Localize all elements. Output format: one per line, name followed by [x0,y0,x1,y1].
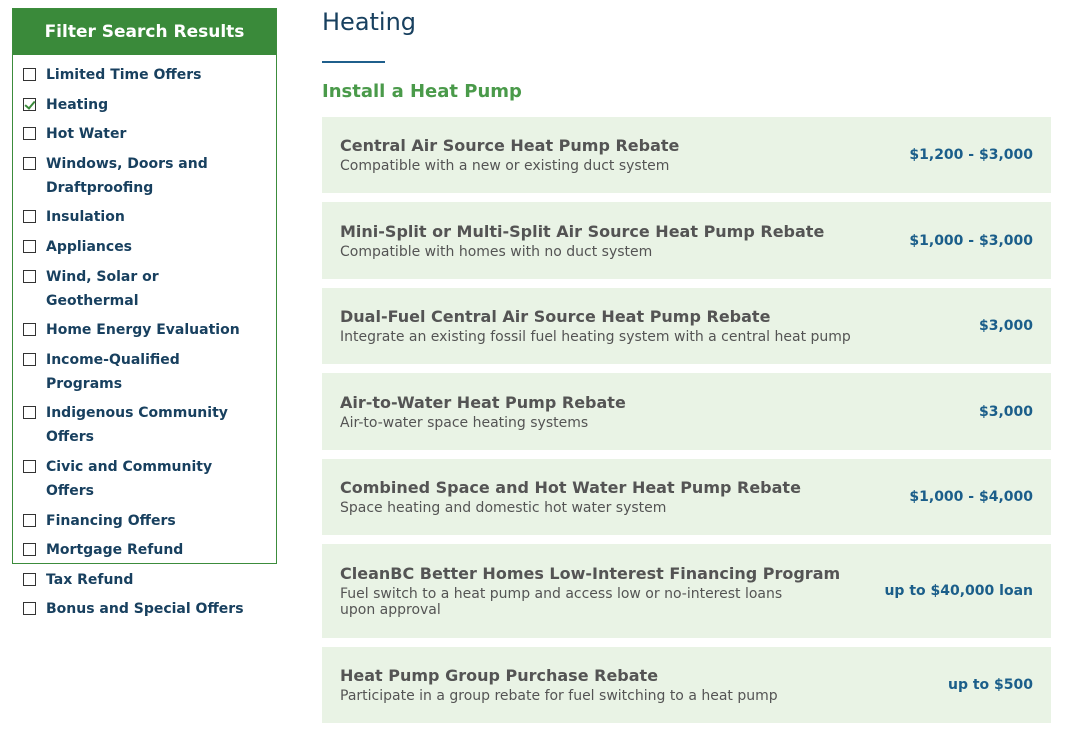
checkbox[interactable] [23,323,36,337]
page-title: Heating [322,8,417,36]
filter-option-label: Heating [46,96,109,113]
checkbox-checked[interactable] [23,97,36,111]
checkbox[interactable] [23,68,36,81]
offer-card[interactable]: Dual-Fuel Central Air Source Heat Pump R… [322,288,1051,364]
offer-list: Central Air Source Heat Pump Rebate Compa… [322,117,1051,723]
filter-option[interactable]: Insulation [23,205,276,229]
filter-option[interactable]: Indigenous Community Offers [23,401,276,449]
checkbox[interactable] [23,127,36,141]
offer-text: Combined Space and Hot Water Heat Pump R… [340,478,909,516]
offer-amount: $1,000 - $3,000 [909,232,1033,249]
filter-option-label: Indigenous Community Offers [46,405,228,446]
checkbox[interactable] [23,352,36,366]
filter-option-label: Appliances [46,238,133,255]
filter-option[interactable]: Windows, Doors and Draftproofing [23,152,276,200]
checkbox[interactable] [23,239,36,253]
offer-title: Air-to-Water Heat Pump Rebate [340,392,626,412]
filter-option[interactable]: Limited Time Offers [23,63,276,87]
offer-amount: up to $40,000 loan [884,583,1033,599]
filter-option-label: Wind, Solar or Geothermal [46,268,159,309]
offer-text: Mini-Split or Multi-Split Air Source Hea… [340,222,909,260]
checkbox[interactable] [23,459,36,473]
title-divider [322,61,385,63]
offer-card[interactable]: Air-to-Water Heat Pump Rebate Air-to-wate… [322,373,1051,450]
offer-title: Central Air Source Heat Pump Rebate [340,136,680,155]
offer-card[interactable]: Mini-Split or Multi-Split Air Source Hea… [322,202,1051,279]
offer-amount: $1,200 - $3,000 [909,147,1033,163]
filter-panel-title: Filter Search Results [13,9,276,55]
offer-amount: $3,000 [978,403,1033,420]
offer-card[interactable]: Heat Pump Group Purchase Rebate Participa… [322,647,1051,723]
offer-amount: $1,000 - $4,000 [909,489,1033,505]
filter-option-label: Insulation [46,209,125,226]
filter-option[interactable]: Heating [23,93,276,117]
filter-option-label: Income-Qualified Programs [46,351,180,392]
offer-text: Heat Pump Group Purchase Rebate Participa… [340,666,948,704]
offer-card[interactable]: Central Air Source Heat Pump Rebate Compa… [322,117,1051,193]
offer-title: CleanBC Better Homes Low-Interest Financ… [340,564,841,583]
filter-panel: Filter Search Results Limited Time Offer… [12,8,277,617]
filter-option-label: Financing Offers [46,512,176,529]
offer-title: Heat Pump Group Purchase Rebate [340,666,659,685]
filter-option[interactable]: Civic and Community Offers [23,455,276,503]
filter-option-label: Mortgage Refund [46,542,184,559]
offer-title: Combined Space and Hot Water Heat Pump R… [340,478,801,497]
offer-title: Dual-Fuel Central Air Source Heat Pump R… [340,307,771,326]
checkbox[interactable] [23,406,36,420]
offer-description: Space heating and domestic hot water sys… [340,500,667,516]
filter-option[interactable]: Financing Offers [23,509,276,533]
offer-description: Compatible with homes with no duct syste… [340,243,653,260]
filter-option-label: Civic and Community Offers [46,458,213,499]
filter-option-label: Hot Water [46,126,127,143]
offer-card[interactable]: Combined Space and Hot Water Heat Pump R… [322,459,1051,535]
filter-option-label: Tax Refund [46,571,134,588]
offer-amount: $3,000 [978,318,1033,334]
checkbox[interactable] [23,269,36,283]
offer-text: Central Air Source Heat Pump Rebate Compa… [340,136,909,174]
filter-option-label: Home Energy Evaluation [46,322,240,339]
checkbox[interactable] [23,572,36,586]
offer-card[interactable]: CleanBC Better Homes Low-Interest Financ… [322,544,1051,638]
offer-amount: up to $500 [947,677,1033,693]
filter-list: Limited Time Offers Heating Hot Water Windo… [13,55,276,621]
offer-description: Air-to-water space heating systems [340,414,589,431]
offer-description: Participate in a group rebate for fuel s… [340,688,778,704]
checkbox[interactable] [23,210,36,224]
main-content: Heating Install a Heat Pump Central Air … [322,0,1051,730]
filter-option[interactable]: Appliances [23,235,276,259]
checkbox[interactable] [23,156,36,170]
section-title: Install a Heat Pump [322,81,522,102]
offer-text: CleanBC Better Homes Low-Interest Financ… [340,564,884,618]
filter-option-label: Bonus and Special Offers [46,601,244,618]
offer-text: Air-to-Water Heat Pump Rebate Air-to-wate… [340,393,979,431]
offer-title: Mini-Split or Multi-Split Air Source Hea… [340,221,825,241]
filter-option-label: Windows, Doors and Draftproofing [46,155,208,196]
filter-option[interactable]: Home Energy Evaluation [23,318,276,342]
filter-option[interactable]: Hot Water [23,122,276,146]
offer-description: Integrate an existing fossil fuel heatin… [340,329,851,345]
filter-option-label: Limited Time Offers [46,67,202,83]
filter-option[interactable]: Mortgage Refund [23,538,276,562]
checkbox[interactable] [23,602,36,616]
offer-description: Compatible with a new or existing duct s… [340,158,670,174]
filter-option[interactable]: Income-Qualified Programs [23,348,276,396]
checkbox[interactable] [23,543,36,557]
filter-option[interactable]: Bonus and Special Offers [23,597,276,621]
checkbox[interactable] [23,513,36,527]
offer-text: Dual-Fuel Central Air Source Heat Pump R… [340,307,979,345]
filter-option[interactable]: Tax Refund [23,568,276,592]
offer-description: Fuel switch to a heat pump and access lo… [340,586,783,618]
filter-option[interactable]: Wind, Solar or Geothermal [23,265,276,313]
